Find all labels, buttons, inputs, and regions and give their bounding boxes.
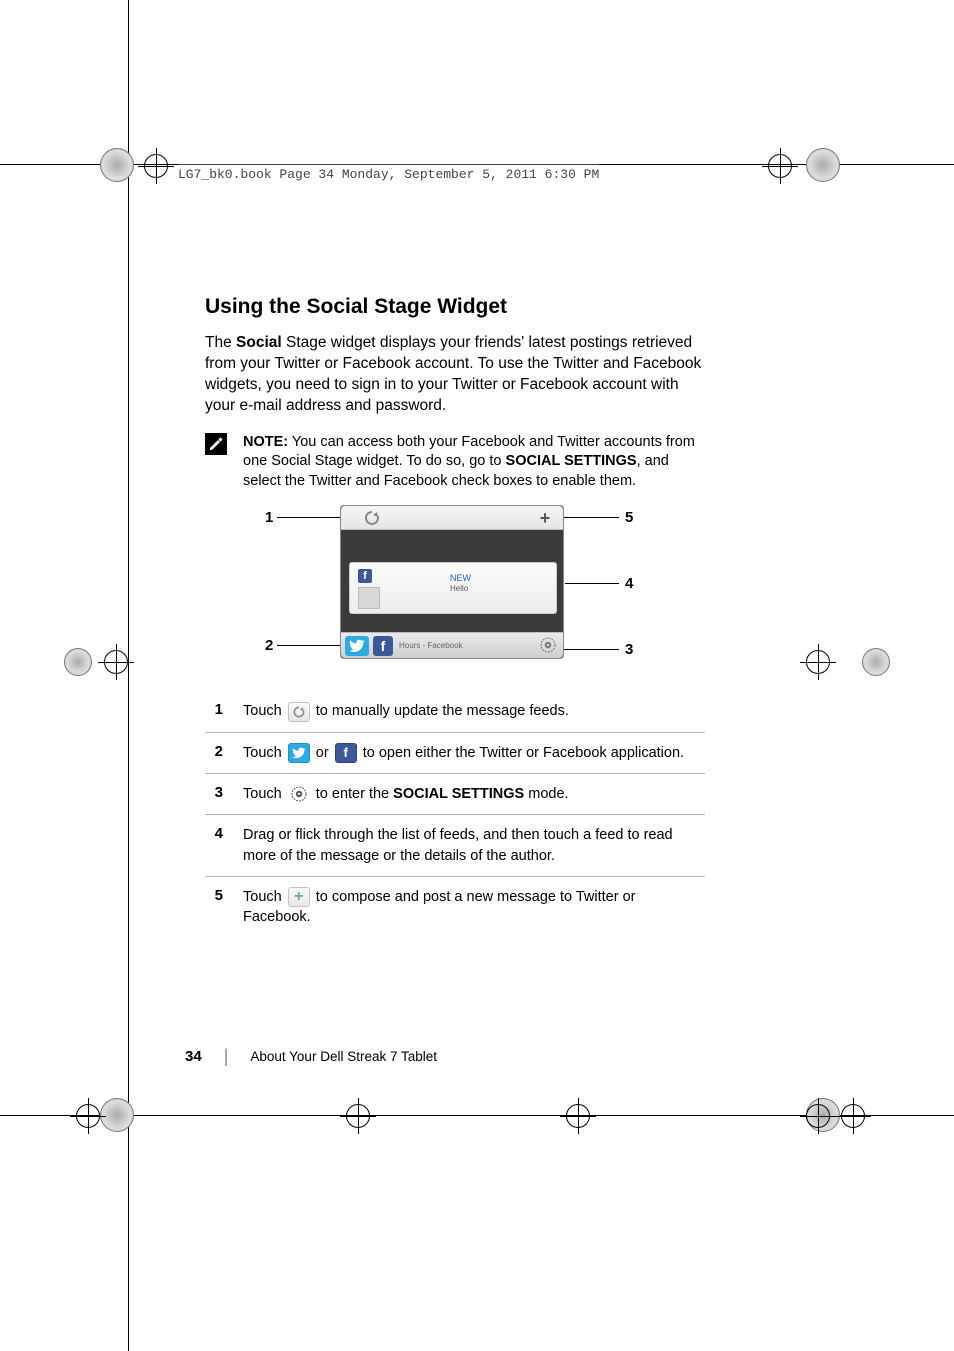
widget-topbar: + (341, 506, 563, 530)
registration-dot (100, 148, 134, 182)
step-text: Touch (243, 786, 286, 802)
step-body: Drag or flick through the list of feeds,… (243, 825, 705, 866)
registration-crosshair-icon (340, 1098, 376, 1134)
facebook-badge-icon: f (358, 569, 372, 583)
facebook-chip-icon: f (373, 636, 393, 656)
registration-crosshair-icon (70, 1098, 106, 1134)
chapter-title: About Your Dell Streak 7 Tablet (250, 1049, 437, 1064)
widget-bottom-label: Hours - Facebook (399, 641, 463, 650)
callout-2: 2 (265, 637, 273, 654)
facebook-icon: f (335, 743, 357, 763)
registration-dot (862, 648, 890, 676)
steps-table: 1 Touch to manually update the message f… (205, 693, 705, 937)
step-number: 4 (205, 825, 223, 842)
step-number: 3 (205, 784, 223, 801)
note-pencil-icon (205, 433, 227, 455)
step-text: Touch (243, 703, 286, 719)
note-bold: SOCIAL SETTINGS (506, 453, 637, 469)
step-number: 2 (205, 743, 223, 760)
registration-dot (64, 648, 92, 676)
twitter-chip-icon (345, 636, 369, 656)
callout-line (557, 517, 619, 518)
step-text: to open either the Twitter or Facebook a… (363, 745, 684, 761)
feed-hello-label: Hello (450, 584, 471, 594)
step-number: 1 (205, 701, 223, 718)
registration-crosshair-icon (800, 1098, 836, 1134)
callout-line (561, 649, 619, 650)
callout-4: 4 (625, 575, 633, 592)
intro-bold: Social (236, 334, 282, 351)
step-body: Touch to enter the SOCIAL SETTINGS mode. (243, 784, 705, 804)
page-number: 34 (185, 1048, 202, 1065)
feed-card: f NEW Hello (349, 562, 557, 614)
avatar-placeholder (358, 587, 380, 609)
step-body: Touch + to compose and post a new messag… (243, 887, 705, 928)
twitter-icon (288, 743, 310, 763)
step-row: 1 Touch to manually update the message f… (205, 693, 705, 732)
registration-crosshair-icon (138, 148, 174, 184)
step-body: Touch or f to open either the Twitter or… (243, 743, 705, 763)
header-stamp: LG7_bk0.book Page 34 Monday, September 5… (178, 164, 599, 182)
step-bold: SOCIAL SETTINGS (393, 786, 524, 802)
refresh-icon (363, 509, 381, 527)
footer-separator: | (224, 1047, 229, 1065)
step-number: 5 (205, 887, 223, 904)
page-footer: 34 | About Your Dell Streak 7 Tablet (185, 1047, 437, 1065)
intro-text: The (205, 334, 236, 351)
step-row: 4 Drag or flick through the list of feed… (205, 815, 705, 877)
widget-bottombar: f Hours - Facebook (341, 632, 563, 658)
step-text: mode. (524, 786, 568, 802)
gear-icon (288, 784, 310, 804)
plus-icon: + (537, 510, 553, 526)
step-text: to manually update the message feeds. (316, 703, 569, 719)
step-row: 2 Touch or f to open either the Twitter … (205, 733, 705, 774)
step-row: 3 Touch to enter the SOCIAL SETTINGS mod… (205, 774, 705, 815)
step-row: 5 Touch + to compose and post a new mess… (205, 877, 705, 938)
step-text: Touch (243, 745, 286, 761)
registration-crosshair-icon (762, 148, 798, 184)
gear-icon (539, 636, 557, 654)
step-text: Touch (243, 889, 286, 905)
note-text: NOTE: You can access both your Facebook … (239, 433, 705, 492)
social-widget: + f NEW Hello f Hours - Facebook (340, 505, 564, 659)
note-block: NOTE: You can access both your Facebook … (205, 433, 705, 492)
plus-icon: + (288, 887, 310, 907)
callout-5: 5 (625, 509, 633, 526)
step-text: or (316, 745, 333, 761)
registration-crosshair-icon (560, 1098, 596, 1134)
refresh-icon (288, 702, 310, 722)
feed-text: NEW Hello (450, 573, 471, 593)
header-stamp-text: LG7_bk0.book Page 34 Monday, September 5… (178, 167, 599, 182)
step-body: Touch to manually update the message fee… (243, 701, 705, 721)
callout-3: 3 (625, 641, 633, 658)
registration-crosshair-icon (800, 644, 836, 680)
callout-1: 1 (265, 509, 273, 526)
feed-new-label: NEW (450, 573, 471, 584)
registration-crosshair-icon (98, 644, 134, 680)
callout-line (565, 583, 619, 584)
widget-illustration: 1 2 5 4 3 + f NEW (205, 505, 705, 675)
note-label: NOTE: (243, 434, 288, 450)
registration-crosshair-icon (835, 1098, 871, 1134)
page-heading: Using the Social Stage Widget (205, 295, 705, 319)
callout-line (277, 645, 345, 646)
registration-dot (806, 148, 840, 182)
step-text: to enter the (316, 786, 393, 802)
intro-paragraph: The Social Stage widget displays your fr… (205, 333, 705, 417)
